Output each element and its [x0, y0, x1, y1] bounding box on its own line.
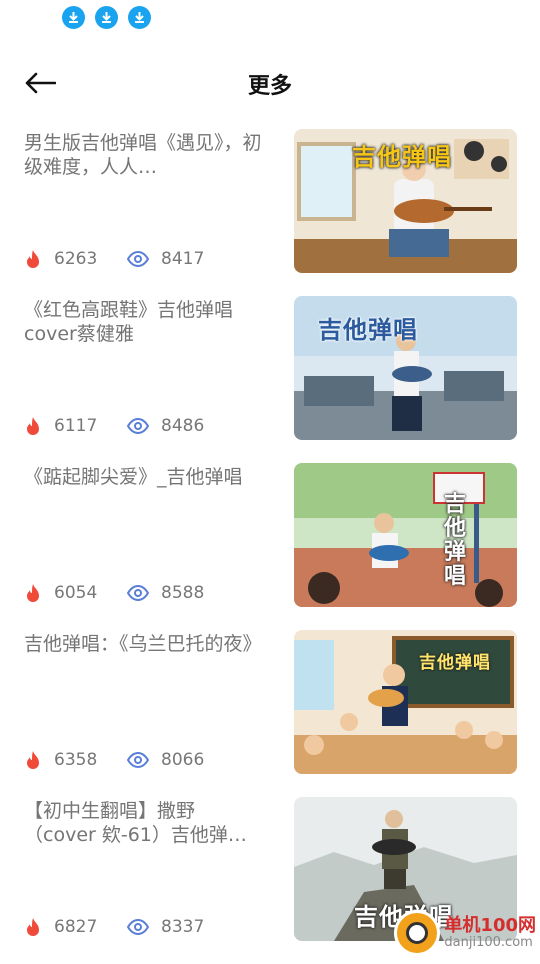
video-thumbnail[interactable]: 吉他弹唱: [294, 129, 517, 273]
view-count: 8486: [161, 416, 205, 436]
fire-icon: [27, 751, 39, 769]
list-item[interactable]: 吉他弹唱：《乌兰巴托的夜》 6358 8066 吉他弹唱: [0, 630, 540, 797]
hot-count: 6827: [54, 917, 98, 937]
item-stats: 6827 8337: [24, 917, 204, 937]
hot-count: 6263: [54, 249, 98, 269]
thumbnail-text: 吉他弹唱: [318, 316, 418, 344]
hot-stat: 6827: [24, 917, 127, 937]
thumbnail-text: 吉他弹唱: [444, 492, 468, 589]
watermark-title: 单机100网: [444, 914, 536, 936]
item-stats: 6117 8486: [24, 416, 204, 436]
hot-count: 6054: [54, 583, 98, 603]
list-item[interactable]: 《红色高跟鞋》吉他弹唱cover蔡健雅 6117 8486 吉他弹唱: [0, 296, 540, 463]
download-icon: [62, 6, 85, 29]
hot-stat: 6054: [24, 583, 127, 603]
view-count: 8066: [161, 750, 205, 770]
hot-count: 6117: [54, 416, 98, 436]
eye-icon: [127, 585, 149, 601]
view-count: 8417: [161, 249, 205, 269]
header: 更多: [0, 60, 540, 106]
view-stat: 8417: [127, 249, 204, 269]
item-title: 《踮起脚尖爱》_吉他弹唱: [24, 466, 243, 488]
eye-icon: [127, 251, 149, 267]
item-stats: 6054 8588: [24, 583, 204, 603]
fire-icon: [27, 918, 39, 936]
item-stats: 6263 8417: [24, 249, 204, 269]
status-bar: [62, 6, 151, 29]
view-stat: 8588: [127, 583, 204, 603]
eye-icon: [127, 919, 149, 935]
view-count: 8337: [161, 917, 205, 937]
hot-stat: 6117: [24, 416, 127, 436]
item-title: 吉他弹唱：《乌兰巴托的夜》: [24, 633, 262, 655]
watermark-logo-icon: [394, 910, 441, 956]
hot-stat: 6263: [24, 249, 127, 269]
video-thumbnail[interactable]: 吉他弹唱: [294, 296, 517, 440]
eye-icon: [127, 752, 149, 768]
fire-icon: [27, 417, 39, 435]
thumbnail-text: 吉他弹唱: [352, 143, 452, 171]
item-title: 男生版吉他弹唱《遇见》，初级难度，人人…: [24, 132, 262, 178]
download-icon: [128, 6, 151, 29]
page-title: 更多: [247, 74, 292, 99]
item-title: 【初中生翻唱】撒野（cover 欸-61）吉他弹…: [24, 800, 247, 846]
fire-icon: [27, 584, 39, 602]
hot-stat: 6358: [24, 750, 127, 770]
video-thumbnail[interactable]: 吉他弹唱: [294, 463, 517, 607]
eye-icon: [127, 418, 149, 434]
view-stat: 8486: [127, 416, 204, 436]
video-list: 男生版吉他弹唱《遇见》，初级难度，人人… 6263 8417 吉他弹唱 《红色高…: [0, 129, 540, 964]
download-icon: [95, 6, 118, 29]
list-item[interactable]: 男生版吉他弹唱《遇见》，初级难度，人人… 6263 8417 吉他弹唱: [0, 129, 540, 296]
site-watermark: 单机100网 danji100.com: [394, 910, 536, 956]
hot-count: 6358: [54, 750, 98, 770]
watermark-url: danji100.com: [444, 934, 533, 950]
item-title: 《红色高跟鞋》吉他弹唱cover蔡健雅: [24, 299, 234, 345]
view-stat: 8066: [127, 750, 204, 770]
thumbnail-text: 吉他弹唱: [419, 653, 491, 673]
item-stats: 6358 8066: [24, 750, 204, 770]
view-stat: 8337: [127, 917, 204, 937]
list-item[interactable]: 《踮起脚尖爱》_吉他弹唱 6054 8588 吉他弹唱: [0, 463, 540, 630]
fire-icon: [27, 250, 39, 268]
video-thumbnail[interactable]: 吉他弹唱: [294, 630, 517, 774]
view-count: 8588: [161, 583, 205, 603]
